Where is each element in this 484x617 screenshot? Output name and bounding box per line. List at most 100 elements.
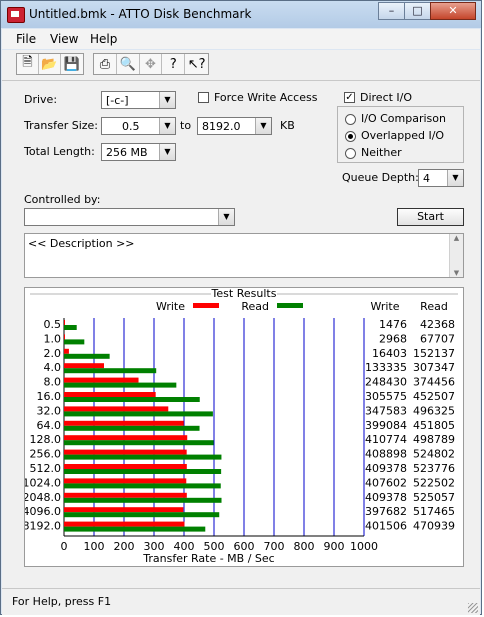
y-tick-label: 2048.0 <box>25 491 61 504</box>
neither-radio[interactable] <box>345 148 356 159</box>
direct-io-checkbox[interactable]: ✓ <box>344 92 355 103</box>
chevron-down-icon[interactable]: ▼ <box>255 118 271 134</box>
maximize-icon: □ <box>412 4 423 17</box>
results-chart: Test Results Write Read Write Read 0 100 2… <box>25 288 458 565</box>
legend-read-swatch <box>277 303 303 308</box>
new-file-icon[interactable]: 🗎 <box>17 54 39 74</box>
read-value-label: 522502 <box>413 476 455 489</box>
y-tick-label: 512.0 <box>30 462 62 475</box>
move-icon[interactable]: ✥ <box>140 54 163 74</box>
resize-grip-icon[interactable] <box>468 603 478 613</box>
kb-label: KB <box>280 119 295 132</box>
write-bar <box>64 492 187 498</box>
y-tick-label: 128.0 <box>30 433 62 446</box>
legend-write-label: Write <box>156 300 185 313</box>
read-bar <box>64 483 221 489</box>
scroll-up-icon[interactable]: ▲ <box>450 234 463 242</box>
app-icon <box>7 7 25 23</box>
context-help-icon[interactable]: ↖? <box>185 54 208 74</box>
write-bar <box>64 478 187 484</box>
read-value-label: 152137 <box>413 347 455 360</box>
menu-help[interactable]: Help <box>90 32 117 46</box>
print-preview-icon[interactable]: 🔍 <box>117 54 140 74</box>
overlapped-io-radio[interactable] <box>345 131 356 142</box>
results-panel: Test Results Write Read Write Read 0 100 2… <box>24 287 464 567</box>
chevron-down-icon[interactable]: ▼ <box>159 118 175 134</box>
y-tick-label: 256.0 <box>30 448 62 461</box>
write-bar <box>64 521 185 527</box>
transfer-to-select[interactable]: 8192.0 ▼ <box>197 117 272 135</box>
write-value-label: 305575 <box>365 390 407 403</box>
y-tick-label: 2.0 <box>44 347 62 360</box>
transfer-from-value: 0.5 <box>122 120 140 133</box>
minimize-button[interactable]: – <box>378 2 405 20</box>
x-tick-label: 200 <box>114 540 135 553</box>
x-tick-label: 0 <box>61 540 68 553</box>
description-field[interactable]: << Description >> ▲ ▼ <box>24 233 464 278</box>
write-bar <box>64 464 187 469</box>
y-tick-label: 4.0 <box>44 361 62 374</box>
total-length-select[interactable]: 256 MB ▼ <box>101 143 176 161</box>
chevron-down-icon[interactable]: ▼ <box>447 170 463 186</box>
drive-label: Drive: <box>24 93 58 106</box>
neither-label: Neither <box>361 146 402 159</box>
write-value-label: 2968 <box>379 332 407 345</box>
description-scrollbar[interactable]: ▲ ▼ <box>449 234 463 277</box>
queue-depth-select[interactable]: 4 ▼ <box>418 169 464 187</box>
x-tick-label: 1000 <box>350 540 378 553</box>
to-label: to <box>180 119 192 132</box>
io-comparison-radio[interactable] <box>345 114 356 125</box>
status-text: For Help, press F1 <box>12 595 112 608</box>
drive-select[interactable]: [-c-] ▼ <box>101 91 176 109</box>
menu-view[interactable]: View <box>50 32 78 46</box>
help-icon[interactable]: ? <box>162 54 186 74</box>
legend-read-label: Read <box>241 300 269 313</box>
chevron-down-icon[interactable]: ▼ <box>159 92 175 108</box>
read-bar <box>64 440 214 446</box>
y-tick-label: 8192.0 <box>25 520 61 533</box>
write-value-label: 248430 <box>365 376 407 389</box>
scroll-down-icon[interactable]: ▼ <box>450 269 463 277</box>
chevron-down-icon[interactable]: ▼ <box>159 144 175 160</box>
controlled-by-label: Controlled by: <box>24 193 101 206</box>
y-tick-label: 8.0 <box>44 376 62 389</box>
queue-depth-label: Queue Depth: <box>342 171 419 184</box>
controlled-by-select[interactable]: ▼ <box>24 208 235 226</box>
write-bar <box>64 420 184 426</box>
read-bar <box>64 512 220 518</box>
read-bar <box>64 325 77 330</box>
status-bar: For Help, press F1 <box>2 588 480 615</box>
save-icon[interactable]: 💾 <box>61 54 83 74</box>
maximize-button[interactable]: □ <box>404 2 431 20</box>
force-write-checkbox[interactable] <box>198 92 209 103</box>
read-bar <box>64 454 222 460</box>
write-value-label: 409378 <box>365 462 407 475</box>
print-icon[interactable]: ⎙ <box>94 54 117 74</box>
write-bar <box>64 406 169 412</box>
transfer-from-select[interactable]: 0.5 ▼ <box>101 117 176 135</box>
chevron-down-icon[interactable]: ▼ <box>218 209 234 225</box>
write-bar <box>64 363 105 369</box>
read-bar <box>64 425 200 431</box>
write-bar <box>64 435 188 441</box>
write-bar <box>64 392 156 397</box>
menu-file[interactable]: File <box>16 32 36 46</box>
total-length-label: Total Length: <box>24 145 95 158</box>
open-folder-icon[interactable]: 📂 <box>39 54 61 74</box>
read-bar <box>64 353 110 359</box>
col-write-header: Write <box>370 300 399 313</box>
start-button[interactable]: Start <box>397 208 464 226</box>
io-comparison-label: I/O Comparison <box>361 112 446 125</box>
y-tick-label: 4096.0 <box>25 505 61 518</box>
write-value-label: 16403 <box>372 347 407 360</box>
close-button[interactable]: ✕ <box>430 2 476 20</box>
legend-write-swatch <box>193 303 219 308</box>
read-value-label: 523776 <box>413 462 455 475</box>
title-bar[interactable]: Untitled.bmk - ATTO Disk Benchmark – □ ✕ <box>1 1 481 28</box>
close-icon: ✕ <box>448 4 458 17</box>
transfer-to-value: 8192.0 <box>202 120 241 133</box>
window-title: Untitled.bmk - ATTO Disk Benchmark <box>29 7 252 21</box>
write-value-label: 409378 <box>365 491 407 504</box>
x-tick-label: 100 <box>84 540 105 553</box>
read-bar <box>64 469 222 474</box>
